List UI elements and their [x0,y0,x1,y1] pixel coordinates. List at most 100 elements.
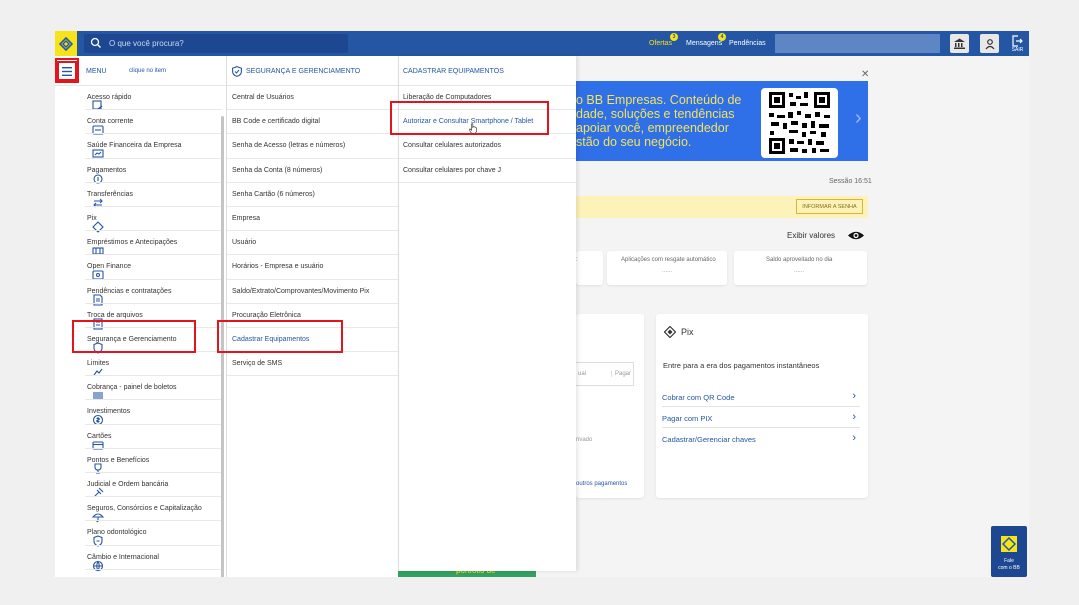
search-icon [90,37,101,48]
menu-item-label: Pagamentos [87,166,127,174]
submenu-item[interactable]: Serviço de SMS [227,352,398,377]
session-timer: Sessão 16:51 [829,178,872,185]
menu-item[interactable]: Limites [55,352,226,377]
menu-item-label: Transferências [87,190,134,198]
menu-item[interactable]: Cobrança - painel de boletos [55,376,226,401]
messages-link[interactable]: Mensagens [686,40,722,47]
contact-label: Fale [1004,558,1014,564]
promo-strip[interactable]: portfólio de [398,566,536,577]
menu-item-label: Judicial e Ordem bancária [87,481,169,488]
submenu2-item-label: Consultar celulares autorizados [403,142,502,150]
card-label: Saldo aproveitado no dia [766,257,833,263]
menu-item-label: Open Finance [87,263,131,271]
submenu2-item[interactable]: Consultar celulares por chave J [399,159,576,183]
contact-bb-button[interactable]: Fale com o BB [991,526,1027,577]
bb-logo-icon[interactable] [55,31,77,56]
exit-label: SAIR [1011,47,1024,53]
submenu-item-label: Horários - Empresa e usuário [232,263,324,271]
exit-button[interactable]: SAIR [1008,33,1027,55]
user-icon[interactable] [980,34,999,53]
menu-item[interactable]: Pontos e Benefícios [55,449,226,474]
promo-banner[interactable]: o BB Empresas. Conteúdo de dade, soluçõe… [576,81,868,161]
menu-item[interactable]: Plano odontológico [55,521,226,547]
submenu-item-label: Usuário [232,239,257,247]
highlight-box-security [72,320,196,353]
pending-link[interactable]: Pendências [729,40,766,47]
pix-description: Entre para a era dos pagamentos instantâ… [663,361,820,370]
menu-item[interactable]: Saúde Financeira da Empresa [55,134,226,159]
close-icon[interactable]: ✕ [861,69,869,80]
submenu-item[interactable]: Central de Usuários [227,86,398,111]
submenu-item[interactable]: BB Code e certificado digital [227,110,398,135]
card-text: nvado [576,437,593,443]
app-window: O que você procura? Ofertas 3 Mensagens … [55,31,1029,577]
menu-item[interactable]: Pix [55,207,226,233]
menu-title: MENU [86,68,107,75]
highlight-box-menu [55,58,79,83]
submenu-item[interactable]: Horários - Empresa e usuário [227,255,398,280]
pix-keys-link[interactable]: Cadastrar/Gerenciar chaves › [662,429,860,449]
offers-badge: 3 [670,33,678,41]
menu-item[interactable]: Acesso rápido [55,86,226,111]
search-box[interactable]: O que você procura? [84,34,348,53]
balance-card-partial: : [576,251,603,285]
banner-line: o BB Empresas. Conteúdo de [576,93,742,107]
search-input[interactable]: O que você procura? [109,39,184,48]
menu-item[interactable]: Empréstimos e Antecipações [55,231,226,256]
submenu-header: SEGURANÇA E GERENCIAMENTO [227,56,398,86]
menu-item-label: Pix [87,214,97,222]
menu-item-label: Investimentos [87,408,131,416]
menu-item[interactable]: Pendências e contratações [55,280,226,306]
qr-code-image [761,88,838,158]
chevron-right-icon: › [852,411,856,423]
submenu-item[interactable]: Senha da Conta (8 números) [227,159,398,183]
top-bar: O que você procura? Ofertas 3 Mensagens … [55,31,1029,56]
submenu2-title: CADASTRAR EQUIPAMENTOS [403,68,504,75]
submenu-item-label: Saldo/Extrato/Comprovantes/Movimento Pix [232,287,370,295]
menu-item[interactable]: Seguros, Consórcios e Capitalização [55,497,226,523]
submenu-item[interactable]: Usuário [227,231,398,256]
menu-item-label: Pontos e Benefícios [87,456,150,464]
submenu-item[interactable]: Saldo/Extrato/Comprovantes/Movimento Pix [227,280,398,304]
payment-input[interactable]: ual Pagar [576,362,634,386]
menu-item[interactable]: Cartões [55,425,226,450]
pix-pay-link[interactable]: Pagar com PIX › [662,408,860,428]
pix-qr-code-link[interactable]: Cobrar com QR Code › [662,387,860,407]
menu-item[interactable]: Transferências [55,183,226,208]
menu-header: MENU clique no item [55,56,226,86]
highlight-box-authorize [390,101,549,135]
card-label: : [576,257,578,263]
main-menu: MENU clique no item Acesso rápido Conta c… [55,56,226,577]
submenu-item[interactable]: Empresa [227,207,398,232]
menu-item-label: Pendências e contratações [87,287,172,295]
balance-card[interactable]: Saldo aproveitado no dia ...... [734,251,867,285]
link-label: Cobrar com QR Code [662,393,735,402]
menu-item[interactable]: Conta corrente [55,110,226,135]
chevron-right-icon: › [852,432,856,444]
other-payments-link[interactable]: outros pagamentos [576,481,627,487]
bank-icon[interactable] [950,34,969,53]
submenu-item[interactable]: Senha de Acesso (letras e números) [227,134,398,159]
menu-item-label: Acesso rápido [87,94,132,101]
menu-item[interactable]: Câmbio e Internacional [55,546,226,572]
exit-icon [1012,35,1023,47]
offers-link[interactable]: Ofertas [649,40,672,47]
pay-button[interactable]: Pagar [611,371,631,377]
menu-hint: clique no item [129,68,167,74]
submenu-item-label: Senha Cartão (6 números) [232,190,315,198]
menu-item-label: Cartões [87,432,112,440]
banner-next-icon[interactable]: › [855,107,862,130]
menu-item[interactable]: Judicial e Ordem bancária [55,473,226,498]
menu-item-label: Saúde Financeira da Empresa [87,142,182,150]
submenu2-item[interactable]: Consultar celulares autorizados [399,134,576,159]
menu-item[interactable]: Pagamentos [55,159,226,184]
inform-password-button[interactable]: INFORMAR A SENHA [796,199,863,214]
payments-card: ual Pagar nvado outros pagamentos [576,314,644,498]
menu-item[interactable]: Open Finance [55,255,226,280]
link-label: Pagar com PIX [662,414,713,423]
submenu-item[interactable]: Senha Cartão (6 números) [227,183,398,207]
balance-card[interactable]: Aplicações com resgate automático ...... [607,251,727,285]
menu-item[interactable]: Investimentos [55,400,226,426]
submenu-item-label: Serviço de SMS [232,360,283,368]
eye-icon[interactable] [847,230,865,241]
